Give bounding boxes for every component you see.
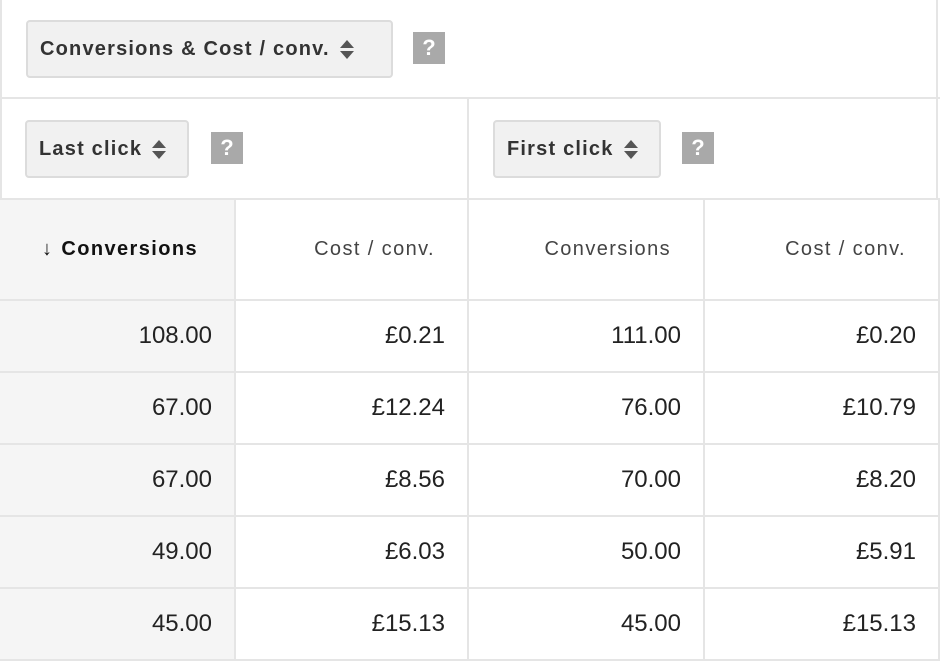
cell-conversions-first-click: 45.00: [469, 589, 705, 659]
cell-cost-per-conv-last-click: £15.13: [236, 589, 469, 659]
attribution-model-row: Last click ? First click ?: [0, 99, 940, 200]
updown-arrows-icon: [623, 137, 638, 161]
model-select-last-click[interactable]: Last click: [25, 120, 189, 178]
cell-conversions-last-click: 67.00: [0, 445, 236, 515]
model-select-first-click[interactable]: First click: [493, 120, 661, 178]
comparison-table: ↓ Conversions Cost / conv. Conversions C…: [0, 200, 940, 661]
column-header-cost-per-conv-last-click[interactable]: Cost / conv.: [236, 200, 469, 299]
sort-descending-icon: ↓: [42, 238, 54, 260]
column-header-cost-per-conv-first-click[interactable]: Cost / conv.: [705, 200, 940, 299]
table-row: 108.00 £0.21 111.00 £0.20: [0, 301, 940, 373]
cell-cost-per-conv-first-click: £8.20: [705, 445, 940, 515]
column-header-label: Cost / conv.: [785, 238, 906, 260]
metric-selector-row: Conversions & Cost / conv. ?: [0, 0, 938, 99]
cell-cost-per-conv-first-click: £5.91: [705, 517, 940, 587]
cell-conversions-first-click: 50.00: [469, 517, 705, 587]
cell-conversions-last-click: 49.00: [0, 517, 236, 587]
table-row: 67.00 £12.24 76.00 £10.79: [0, 373, 940, 445]
table-row: 45.00 £15.13 45.00 £15.13: [0, 589, 940, 661]
cell-conversions-first-click: 70.00: [469, 445, 705, 515]
divider: [0, 99, 2, 200]
cell-conversions-last-click: 108.00: [0, 301, 236, 371]
cell-cost-per-conv-last-click: £12.24: [236, 373, 469, 443]
table-row: 67.00 £8.56 70.00 £8.20: [0, 445, 940, 517]
model-select-value: Last click: [39, 137, 143, 160]
cell-cost-per-conv-first-click: £15.13: [705, 589, 940, 659]
updown-arrows-icon: [152, 137, 167, 161]
cell-conversions-first-click: 111.00: [469, 301, 705, 371]
cell-cost-per-conv-last-click: £8.56: [236, 445, 469, 515]
divider: [467, 99, 469, 200]
divider: [936, 0, 938, 200]
column-header-conversions-first-click[interactable]: Conversions: [469, 200, 705, 299]
model-help-button-last-click[interactable]: ?: [211, 132, 243, 164]
cell-cost-per-conv-first-click: £10.79: [705, 373, 940, 443]
cell-conversions-first-click: 76.00: [469, 373, 705, 443]
model-help-button-first-click[interactable]: ?: [682, 132, 714, 164]
cell-cost-per-conv-last-click: £0.21: [236, 301, 469, 371]
updown-arrows-icon: [339, 37, 354, 61]
cell-cost-per-conv-first-click: £0.20: [705, 301, 940, 371]
model-select-value: First click: [507, 137, 614, 160]
column-header-label: Cost / conv.: [314, 238, 435, 260]
cell-conversions-last-click: 67.00: [0, 373, 236, 443]
column-header-conversions-last-click[interactable]: ↓ Conversions: [0, 200, 236, 299]
column-header-label: Conversions: [61, 238, 198, 260]
table-row: 49.00 £6.03 50.00 £5.91: [0, 517, 940, 589]
metric-select[interactable]: Conversions & Cost / conv.: [26, 20, 393, 78]
cell-conversions-last-click: 45.00: [0, 589, 236, 659]
metric-select-value: Conversions & Cost / conv.: [40, 37, 330, 60]
column-header-label: Conversions: [544, 238, 671, 260]
metric-help-button[interactable]: ?: [413, 32, 445, 64]
table-header-row: ↓ Conversions Cost / conv. Conversions C…: [0, 200, 940, 301]
cell-cost-per-conv-last-click: £6.03: [236, 517, 469, 587]
